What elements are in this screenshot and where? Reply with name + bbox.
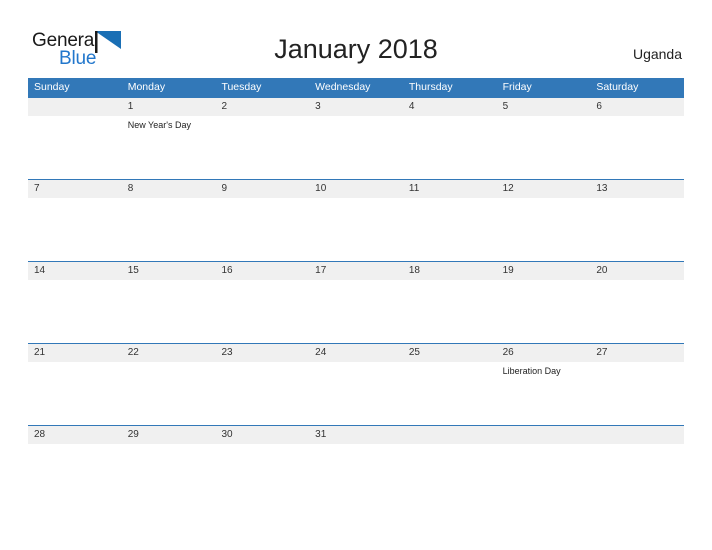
day-number[interactable]: 29 [122, 426, 216, 444]
week-row: 7 8 9 10 11 12 13 [28, 179, 684, 261]
day-event [215, 198, 309, 261]
day-event [28, 444, 122, 447]
day-number[interactable]: 6 [590, 98, 684, 116]
day-event [28, 116, 122, 179]
day-event [215, 280, 309, 343]
day-number[interactable]: 14 [28, 262, 122, 280]
day-number[interactable]: 7 [28, 180, 122, 198]
day-event [590, 116, 684, 179]
day-number[interactable]: 1 [122, 98, 216, 116]
day-number[interactable] [590, 426, 684, 444]
day-number[interactable]: 12 [497, 180, 591, 198]
weekday-header-monday: Monday [127, 81, 166, 93]
day-number[interactable]: 31 [309, 426, 403, 444]
day-number[interactable]: 30 [215, 426, 309, 444]
day-number[interactable]: 20 [590, 262, 684, 280]
day-event [590, 362, 684, 425]
day-event [309, 198, 403, 261]
week-event-band: New Year's Day [28, 116, 684, 179]
day-number[interactable]: 19 [497, 262, 591, 280]
day-number[interactable] [403, 426, 497, 444]
weekday-header-tuesday: Tuesday [221, 81, 262, 93]
day-event [590, 444, 684, 447]
day-event [403, 116, 497, 179]
day-event [122, 362, 216, 425]
week-row: 14 15 16 17 18 19 20 [28, 261, 684, 343]
weekday-header-wednesday: Wednesday [315, 81, 371, 93]
week-date-band: 28 29 30 31 [28, 426, 684, 444]
day-event [497, 280, 591, 343]
day-number[interactable]: 10 [309, 180, 403, 198]
weekday-header-thursday: Thursday [408, 81, 453, 93]
day-event [309, 362, 403, 425]
day-number[interactable]: 2 [215, 98, 309, 116]
day-number[interactable]: 24 [309, 344, 403, 362]
calendar-page: General Blue January 2018 Uganda Sunday … [0, 0, 712, 550]
weekday-header-sunday: Sunday [34, 81, 70, 93]
weekday-header-saturday: Saturday [596, 81, 639, 93]
week-date-band: 7 8 9 10 11 12 13 [28, 180, 684, 198]
day-event [122, 280, 216, 343]
day-number[interactable]: 25 [403, 344, 497, 362]
week-row: 1 2 3 4 5 6 New Year's Day [28, 97, 684, 179]
day-event [403, 198, 497, 261]
day-number[interactable]: 22 [122, 344, 216, 362]
day-number[interactable]: 15 [122, 262, 216, 280]
week-date-band: 1 2 3 4 5 6 [28, 98, 684, 116]
day-event [403, 444, 497, 447]
day-number[interactable]: 28 [28, 426, 122, 444]
weekday-header-friday: Friday [502, 81, 532, 93]
day-event [590, 280, 684, 343]
page-title: January 2018 [274, 34, 438, 64]
day-event [497, 198, 591, 261]
day-number[interactable]: 26 [497, 344, 591, 362]
day-event [309, 444, 403, 447]
day-number[interactable]: 4 [403, 98, 497, 116]
day-event [28, 280, 122, 343]
week-event-band: Liberation Day [28, 362, 684, 425]
day-event: New Year's Day [127, 120, 191, 130]
day-number[interactable]: 21 [28, 344, 122, 362]
day-event [215, 116, 309, 179]
day-number[interactable]: 13 [590, 180, 684, 198]
weekday-header-row: Sunday Monday Tuesday Wednesday Thursday… [28, 78, 684, 97]
week-row: 28 29 30 31 [28, 425, 684, 444]
day-event: Liberation Day [502, 366, 561, 376]
day-event [309, 116, 403, 179]
day-event [309, 280, 403, 343]
day-number[interactable]: 27 [590, 344, 684, 362]
day-number[interactable] [28, 98, 122, 116]
day-event [215, 362, 309, 425]
day-event [28, 362, 122, 425]
day-event [403, 280, 497, 343]
day-number[interactable]: 5 [497, 98, 591, 116]
week-event-band [28, 198, 684, 261]
day-event [122, 444, 216, 447]
week-date-band: 14 15 16 17 18 19 20 [28, 262, 684, 280]
day-number[interactable]: 18 [403, 262, 497, 280]
week-row: 21 22 23 24 25 26 27 Liberation Day [28, 343, 684, 425]
week-date-band: 21 22 23 24 25 26 27 [28, 344, 684, 362]
week-event-band [28, 280, 684, 343]
country-label: Uganda [632, 46, 682, 62]
day-number[interactable]: 23 [215, 344, 309, 362]
day-number[interactable]: 11 [403, 180, 497, 198]
page-header: General Blue January 2018 Uganda [0, 0, 712, 78]
calendar-grid: Sunday Monday Tuesday Wednesday Thursday… [28, 78, 684, 444]
day-number[interactable]: 16 [215, 262, 309, 280]
day-event [28, 198, 122, 261]
day-event [122, 198, 216, 261]
day-event [497, 444, 591, 447]
day-number[interactable]: 8 [122, 180, 216, 198]
day-event [403, 362, 497, 425]
day-event [590, 198, 684, 261]
day-number[interactable]: 9 [215, 180, 309, 198]
day-number[interactable]: 3 [309, 98, 403, 116]
day-event [497, 116, 591, 179]
day-number[interactable]: 17 [309, 262, 403, 280]
day-event [215, 444, 309, 447]
day-number[interactable] [497, 426, 591, 444]
